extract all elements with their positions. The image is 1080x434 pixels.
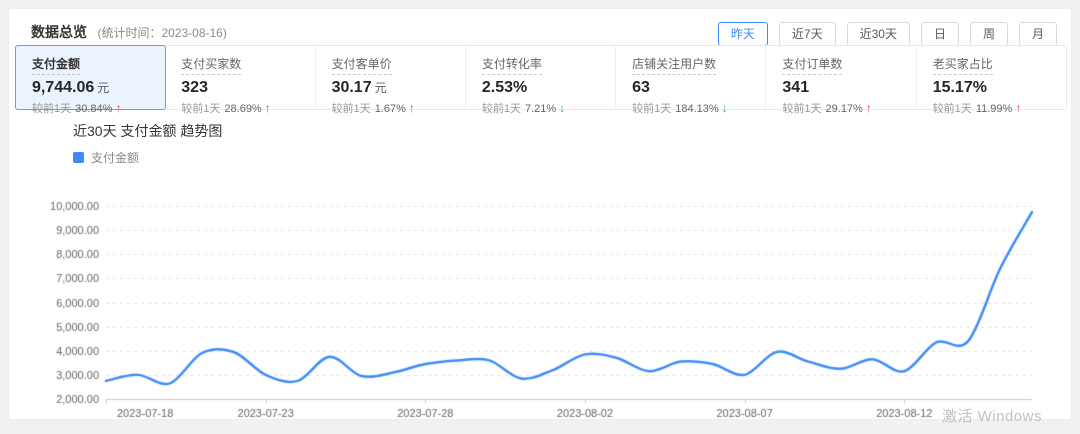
compare-percent: 28.69% xyxy=(224,103,261,115)
dashboard-screen: { "header": { "title": "数据总览", "subtitle… xyxy=(0,0,1080,434)
up-arrow-icon: ↑ xyxy=(265,101,271,115)
page-title: 数据总览 xyxy=(31,24,87,40)
metric-value-row: 341 xyxy=(782,79,915,97)
compare-percent: 30.84% xyxy=(75,103,112,115)
legend-item-payment-amount[interactable]: 支付金额 xyxy=(73,149,139,166)
up-arrow-icon: ↑ xyxy=(1015,101,1021,115)
range-button-month[interactable]: 月 xyxy=(1019,22,1057,46)
metric-title: 店铺关注用户数 xyxy=(632,55,716,75)
metric-value-row: 63 xyxy=(632,79,765,97)
range-button-day[interactable]: 日 xyxy=(921,22,959,46)
compare-label: 较前1天 xyxy=(32,103,71,115)
compare-label: 较前1天 xyxy=(181,103,220,115)
data-overview-panel: 数据总览 (统计时间：2023-08-16) 昨天 近7天 近30天 日 周 月… xyxy=(8,8,1072,420)
metric-value-row: 15.17% xyxy=(933,79,1066,97)
compare-percent: 29.17% xyxy=(826,103,863,115)
metric-title: 支付客单价 xyxy=(332,55,392,75)
metric-title: 支付金额 xyxy=(32,55,80,75)
metric-unit: 元 xyxy=(97,81,109,95)
metric-card-avg-order-value[interactable]: 支付客单价 30.17元 较前1天1.67%↑ xyxy=(316,46,466,109)
compare-label: 较前1天 xyxy=(782,103,821,115)
metric-compare: 较前1天 30.84%↑ xyxy=(32,100,165,116)
range-button-last30days[interactable]: 近30天 xyxy=(847,22,910,46)
metric-title: 老买家占比 xyxy=(933,55,993,75)
metric-card-shop-followers[interactable]: 店铺关注用户数 63 较前1天184.13%↓ xyxy=(616,46,766,109)
trend-chart-canvas[interactable] xyxy=(1,171,1080,421)
metric-card-payment-conversion-rate[interactable]: 支付转化率 2.53% 较前1天7.21%↓ xyxy=(466,46,616,109)
up-arrow-icon: ↑ xyxy=(409,101,415,115)
metric-unit: 元 xyxy=(375,81,387,95)
compare-percent: 11.99% xyxy=(976,103,1013,115)
metric-value: 15.17% xyxy=(933,79,987,96)
metric-compare: 较前1天 7.21%↓ xyxy=(482,100,615,116)
metric-value-row: 9,744.06元 xyxy=(32,79,165,97)
down-arrow-icon: ↓ xyxy=(559,101,565,115)
legend-label: 支付金额 xyxy=(91,149,139,166)
metric-value: 323 xyxy=(181,79,208,96)
metric-value: 63 xyxy=(632,79,650,96)
metric-title: 支付订单数 xyxy=(782,55,842,75)
compare-label: 较前1天 xyxy=(482,103,521,115)
range-button-yesterday[interactable]: 昨天 xyxy=(718,22,768,46)
metric-compare: 较前1天 11.99%↑ xyxy=(933,100,1066,116)
metric-value: 9,744.06 xyxy=(32,79,94,96)
metric-card-payment-amount[interactable]: 支付金额 9,744.06元 较前1天30.84%↑ xyxy=(15,45,166,110)
up-arrow-icon: ↑ xyxy=(115,101,121,115)
metric-cards-row: 支付金额 9,744.06元 较前1天30.84%↑ 支付买家数 323 较前1… xyxy=(15,45,1067,110)
activate-windows-watermark: 激活 Windows xyxy=(942,405,1042,426)
metric-value: 30.17 xyxy=(332,79,372,96)
compare-percent: 7.21% xyxy=(525,103,556,115)
compare-percent: 1.67% xyxy=(375,103,406,115)
up-arrow-icon: ↑ xyxy=(866,101,872,115)
stat-time-subtitle: (统计时间：2023-08-16) xyxy=(97,26,226,40)
metric-compare: 较前1天 28.69% ↑ xyxy=(181,100,314,116)
metric-card-returning-buyer-ratio[interactable]: 老买家占比 15.17% 较前1天11.99%↑ xyxy=(917,46,1066,109)
metric-value-row: 30.17元 xyxy=(332,79,465,97)
metric-compare: 较前1天 184.13% ↓ xyxy=(632,100,765,116)
metric-value: 341 xyxy=(782,79,809,96)
compare-label: 较前1天 xyxy=(632,103,671,115)
date-range-button-group: 昨天 近7天 近30天 日 周 月 xyxy=(718,22,1057,46)
metric-card-payment-buyers[interactable]: 支付买家数 323 较前1天28.69%↑ xyxy=(165,46,315,109)
compare-label: 较前1天 xyxy=(933,103,972,115)
metric-title: 支付买家数 xyxy=(181,55,241,75)
compare-percent: 184.13% xyxy=(675,103,718,115)
metric-value-row: 2.53% xyxy=(482,79,615,97)
metric-compare: 较前1天 1.67%↑ xyxy=(332,100,465,116)
range-button-last7days[interactable]: 近7天 xyxy=(779,22,836,46)
metric-title: 支付转化率 xyxy=(482,55,542,75)
metric-card-payment-orders[interactable]: 支付订单数 341 较前1天29.17%↑ xyxy=(766,46,916,109)
range-button-week[interactable]: 周 xyxy=(970,22,1008,46)
down-arrow-icon: ↓ xyxy=(722,101,728,115)
legend-swatch-icon xyxy=(73,152,84,163)
compare-label: 较前1天 xyxy=(332,103,371,115)
chart-title: 近30天 支付金额 趋势图 xyxy=(73,121,222,141)
metric-value-row: 323 xyxy=(181,79,314,97)
metric-compare: 较前1天 29.17%↑ xyxy=(782,100,915,116)
metric-value: 2.53% xyxy=(482,79,527,96)
